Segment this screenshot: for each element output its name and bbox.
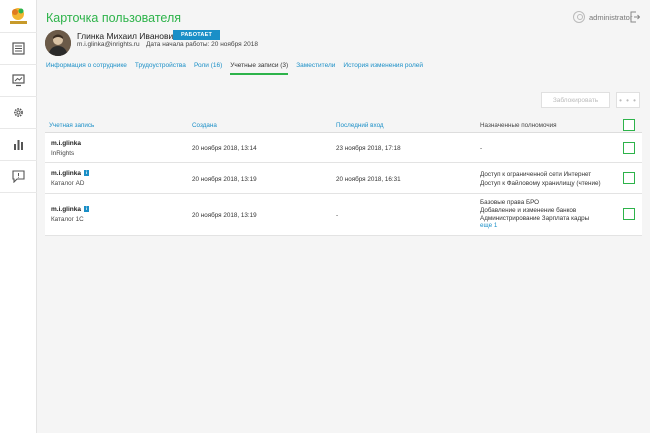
logout-icon[interactable] bbox=[630, 11, 640, 23]
sidebar-divider bbox=[0, 128, 37, 129]
sidebar-divider bbox=[0, 32, 37, 33]
account-name: m.i.glinka bbox=[51, 170, 81, 177]
table-row[interactable]: m.i.glinka i Каталог AD 20 ноября 2018, 1… bbox=[45, 163, 642, 194]
tab-roles[interactable]: Роли (16) bbox=[194, 62, 222, 74]
created-date: 20 ноября 2018, 13:19 bbox=[192, 176, 257, 183]
permission-item: Доступ к ограниченной сети Интернет bbox=[480, 171, 592, 178]
permission-item: Администрирование Зарплата кадры bbox=[480, 214, 590, 222]
avatar bbox=[45, 30, 71, 56]
table-row[interactable]: m.i.glinka InRights 20 ноября 2018, 13:1… bbox=[45, 133, 642, 163]
status-badge: РАБОТАЕТ bbox=[173, 30, 221, 40]
last-login-date: 23 ноября 2018, 17:18 bbox=[336, 145, 401, 152]
info-icon[interactable]: i bbox=[83, 170, 89, 176]
info-icon[interactable]: i bbox=[83, 206, 89, 212]
select-all-checkbox[interactable] bbox=[623, 119, 635, 131]
last-login-date: - bbox=[336, 212, 339, 219]
column-header-account[interactable]: Учетная запись bbox=[49, 122, 94, 129]
chart-icon[interactable] bbox=[11, 137, 26, 152]
sidebar-divider bbox=[0, 64, 37, 65]
permission-item: - bbox=[480, 145, 483, 152]
table-header: Учетная запись Создана Последний вход На… bbox=[45, 118, 642, 133]
tab-employee-info[interactable]: Информация о сотруднике bbox=[46, 62, 127, 74]
sidebar bbox=[0, 0, 37, 433]
user-menu[interactable]: administrator bbox=[573, 11, 632, 23]
permission-item: Базовые права БРО bbox=[480, 199, 540, 206]
user-email: m.i.glinka@inrights.ru bbox=[77, 41, 140, 48]
permission-item: Добавление и изменение банков bbox=[480, 206, 577, 214]
block-button[interactable]: Заблокировать bbox=[541, 92, 610, 108]
column-header-permissions: Назначенные полномочия bbox=[480, 122, 557, 129]
column-header-created[interactable]: Создана bbox=[192, 122, 217, 129]
document-icon[interactable] bbox=[11, 41, 26, 56]
user-start-date: Дата начала работы: 20 ноября 2018 bbox=[146, 41, 258, 48]
account-name: m.i.glinka bbox=[51, 140, 81, 147]
created-date: 20 ноября 2018, 13:19 bbox=[192, 212, 257, 219]
sidebar-divider bbox=[0, 160, 37, 161]
user-icon bbox=[573, 11, 585, 23]
logo-icon[interactable] bbox=[7, 6, 30, 26]
permission-item: Доступ к Файловому хранилищу (чтение) bbox=[480, 179, 601, 187]
tabs: Информация о сотруднике Трудоустройства … bbox=[46, 62, 431, 75]
chat-icon[interactable] bbox=[11, 169, 26, 184]
row-checkbox[interactable] bbox=[623, 172, 635, 184]
account-system: Каталог 1С bbox=[51, 216, 84, 223]
gear-icon[interactable] bbox=[11, 105, 26, 120]
show-more-link[interactable]: еще 1 bbox=[480, 222, 589, 230]
sidebar-divider bbox=[0, 96, 37, 97]
account-name: m.i.glinka bbox=[51, 206, 81, 213]
tab-employments[interactable]: Трудоустройства bbox=[135, 62, 186, 74]
more-actions-button[interactable]: • • • bbox=[616, 92, 640, 108]
row-checkbox[interactable] bbox=[623, 208, 635, 220]
column-header-last-login[interactable]: Последний вход bbox=[336, 122, 384, 129]
created-date: 20 ноября 2018, 13:14 bbox=[192, 145, 257, 152]
monitor-icon[interactable] bbox=[11, 73, 26, 88]
row-checkbox[interactable] bbox=[623, 142, 635, 154]
accounts-table: Учетная запись Создана Последний вход На… bbox=[45, 118, 642, 236]
tab-accounts[interactable]: Учетные записи (3) bbox=[230, 62, 288, 75]
account-system: InRights bbox=[51, 150, 75, 157]
account-system: Каталог AD bbox=[51, 180, 85, 187]
last-login-date: 20 ноября 2018, 16:31 bbox=[336, 176, 401, 183]
tab-role-history[interactable]: История изменения ролей bbox=[343, 62, 423, 74]
table-row[interactable]: m.i.glinka i Каталог 1С 20 ноября 2018, 1… bbox=[45, 194, 642, 236]
page-title: Карточка пользователя bbox=[46, 11, 182, 25]
tab-deputies[interactable]: Заместители bbox=[296, 62, 335, 74]
username-label: administrator bbox=[589, 12, 633, 22]
sidebar-divider bbox=[0, 192, 37, 193]
user-full-name: Глинка Михаил Иванович bbox=[77, 31, 178, 41]
